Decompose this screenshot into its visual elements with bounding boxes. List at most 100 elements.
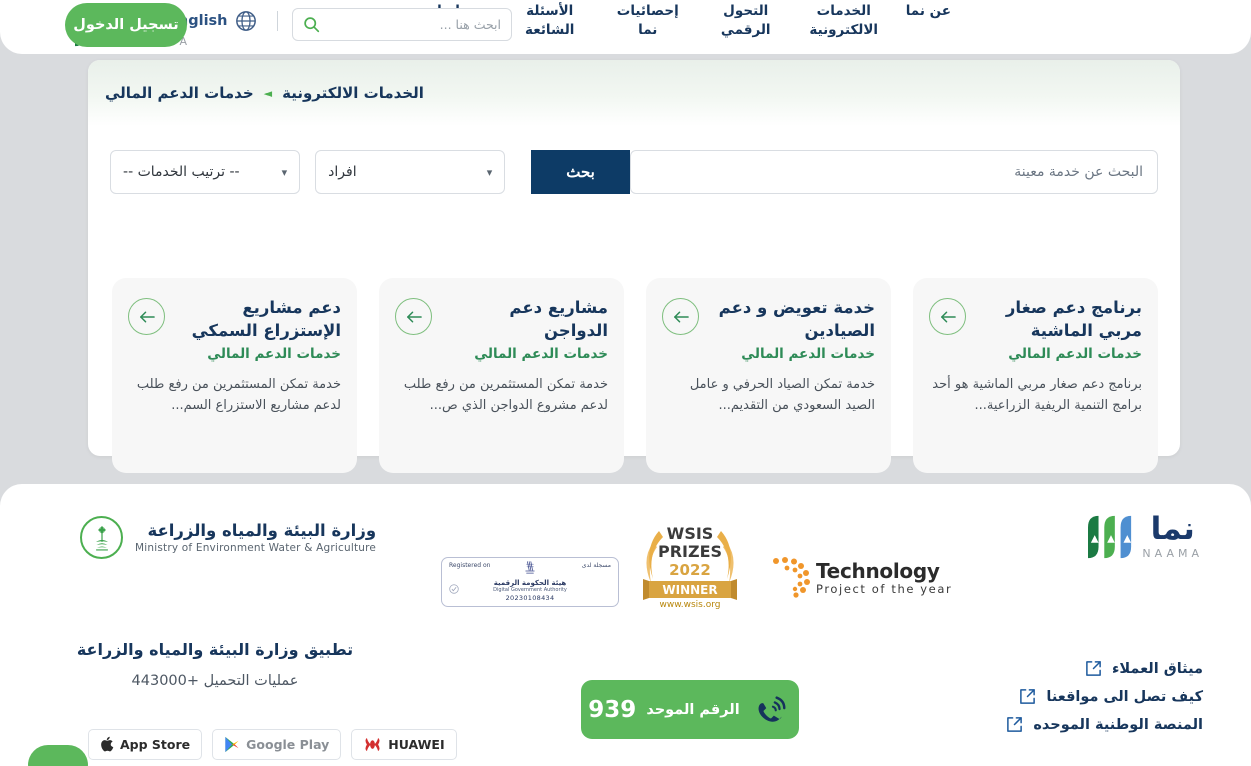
nav-item-digital-transformation[interactable]: التحول الرقمي: [710, 2, 782, 40]
card-description: خدمة تمكن المستثمرين من رفع طلب لدعم مشر…: [403, 377, 608, 413]
verified-check-icon: [449, 584, 459, 594]
footer-link-label: كيف تصل الى مواقعنا: [1046, 688, 1203, 705]
footer-logo-latin: NAAMA: [1142, 547, 1203, 560]
card-title: مشاريع دعم الدواجن: [509, 298, 608, 340]
filter-toolbar: بحث ▾ افراد ▾ -- ترتيب الخدمات --: [88, 150, 1180, 194]
footer-naama-logo: نما NAAMA: [1086, 514, 1203, 560]
card-category: خدمات الدعم المالي: [1008, 346, 1142, 362]
arrow-left-circle-icon[interactable]: [929, 298, 966, 335]
nav-item-about-naama[interactable]: عن نما: [906, 2, 951, 40]
card-header: مشاريع دعم الدواجن: [395, 296, 608, 342]
nav-item-faq[interactable]: الأسئلة الشائعة: [514, 2, 586, 40]
sort-select-value: -- ترتيب الخدمات --: [123, 164, 240, 180]
arrow-left-circle-icon[interactable]: [662, 298, 699, 335]
card-header: برنامج دعم صغار مربي الماشية: [929, 296, 1142, 342]
chevron-down-icon: ▾: [281, 165, 288, 179]
audience-select[interactable]: ▾ افراد: [315, 150, 506, 194]
service-cards-grid: برنامج دعم صغار مربي الماشية خدمات الدعم…: [88, 278, 1180, 473]
external-link-icon: [1086, 661, 1101, 676]
wsis-line2: PRIZES: [658, 542, 722, 561]
service-card[interactable]: خدمة تعويض و دعم الصيادين خدمات الدعم ال…: [646, 278, 891, 473]
header-divider: [277, 11, 278, 31]
login-button[interactable]: تسجيل الدخول: [65, 3, 187, 47]
apple-icon: [101, 736, 114, 752]
card-description: خدمة تمكن المستثمرين من رفع طلب لدعم مشا…: [136, 377, 341, 413]
unified-number-widget[interactable]: الرقم الموحد 939: [581, 680, 799, 739]
technology-award-logo: Technology Project of the year: [766, 556, 952, 600]
card-header: خدمة تعويض و دعم الصيادين: [662, 296, 875, 342]
huawei-icon: [365, 737, 380, 752]
huawei-store-label: HUAWEI: [388, 737, 445, 752]
card-title: دعم مشاريع الإستزراع السمكي: [191, 298, 341, 340]
palm-tree-emblem-icon: [80, 516, 123, 559]
app-download-section: تطبيق وزارة البيئة والمياه والزراعة عملي…: [0, 640, 430, 689]
header-search-box[interactable]: [292, 8, 512, 41]
card-description: خدمة تمكن الصياد الحرفي و عامل الصيد الس…: [689, 377, 875, 413]
dga-registration-badge: مسجلة لدى Registered on هيئة الحكومة الر…: [441, 557, 619, 607]
service-card[interactable]: دعم مشاريع الإستزراع السمكي خدمات الدعم …: [112, 278, 357, 473]
footer-logo-arabic: نما: [1150, 511, 1195, 547]
phone-icon: [758, 695, 786, 722]
breadcrumb-bar: الخدمات الالكترونية ◄ خدمات الدعم المالي: [88, 60, 1180, 126]
footer-link-locations[interactable]: كيف تصل الى مواقعنا: [1019, 688, 1203, 705]
search-icon[interactable]: [303, 16, 320, 33]
tech-award-text: Technology Project of the year: [816, 560, 952, 596]
wsis-line1: WSIS: [667, 524, 714, 543]
huawei-store-badge[interactable]: HUAWEI: [351, 729, 457, 760]
ministry-logo: وزارة البيئة والمياه والزراعة Ministry o…: [80, 516, 376, 559]
chevron-down-icon: ▾: [486, 165, 493, 179]
app-store-badge[interactable]: App Store: [88, 729, 203, 760]
unified-number-value: 939: [588, 696, 637, 723]
breadcrumb-separator-icon: ◄: [263, 86, 273, 100]
external-link-icon: [1007, 717, 1023, 732]
card-category: خدمات الدعم المالي: [474, 346, 608, 362]
audience-select-value: افراد: [328, 164, 357, 180]
footer-link-customer-charter[interactable]: ميثاق العملاء: [1085, 660, 1203, 677]
tech-award-dots-icon: [773, 557, 810, 598]
breadcrumb-current: خدمات الدعم المالي: [105, 84, 254, 102]
wsis-url: www.wsis.org: [660, 600, 721, 610]
search-button[interactable]: بحث: [531, 150, 630, 194]
app-store-label: App Store: [120, 737, 191, 752]
main-content-panel: الخدمات الالكترونية ◄ خدمات الدعم المالي…: [88, 60, 1180, 473]
footer-links: ميثاق العملاء كيف تصل الى مواقعنا المنصة…: [1006, 660, 1203, 733]
sort-select[interactable]: ▾ -- ترتيب الخدمات --: [110, 150, 301, 194]
arrow-left-circle-icon[interactable]: [128, 298, 165, 335]
service-search-input[interactable]: [629, 150, 1158, 194]
app-title: تطبيق وزارة البيئة والمياه والزراعة: [76, 640, 354, 659]
service-card[interactable]: مشاريع دعم الدواجن خدمات الدعم المالي خد…: [379, 278, 624, 473]
footer-link-national-platform[interactable]: المنصة الوطنية الموحده: [1006, 716, 1203, 733]
google-play-label: Google Play: [246, 737, 330, 752]
footer-link-label: ميثاق العملاء: [1111, 660, 1203, 677]
breadcrumb-parent-link[interactable]: الخدمات الالكترونية: [282, 84, 424, 102]
globe-icon[interactable]: [235, 10, 257, 32]
dga-authority-english: Digital Government Authority: [493, 587, 567, 593]
site-header: نما NAAMA عن نما الخدمات الالكترونية الت…: [0, 0, 1251, 54]
card-title: خدمة تعويض و دعم الصيادين: [718, 298, 875, 340]
wsis-winner: WINNER: [662, 583, 717, 597]
floating-action-tab[interactable]: [28, 745, 88, 766]
arrow-left-circle-icon[interactable]: [395, 298, 432, 335]
footer-link-label: المنصة الوطنية الموحده: [1033, 716, 1203, 733]
tech-award-line2: Project of the year: [816, 582, 953, 596]
app-store-badges: HUAWEI Google Play App Store: [88, 729, 457, 760]
dga-registration-number: 20230108434: [505, 594, 555, 602]
nav-item-statistics[interactable]: إحصائيات نما: [612, 2, 684, 40]
card-category: خدمات الدعم المالي: [207, 346, 341, 362]
dga-registered-arabic: مسجلة لدى: [581, 562, 611, 569]
card-description: برنامج دعم صغار مربي الماشية هو أحد برام…: [932, 377, 1142, 413]
google-play-icon: [225, 736, 239, 753]
ministry-text: وزارة البيئة والمياه والزراعة Ministry o…: [135, 521, 376, 554]
google-play-badge[interactable]: Google Play: [212, 729, 342, 760]
service-card[interactable]: برنامج دعم صغار مربي الماشية خدمات الدعم…: [913, 278, 1158, 473]
card-title: برنامج دعم صغار مربي الماشية: [1005, 298, 1142, 340]
card-category: خدمات الدعم المالي: [741, 346, 875, 362]
ministry-name-english: Ministry of Environment Water & Agricult…: [135, 542, 377, 554]
naama-logo-icon: [1088, 515, 1132, 559]
footer-logo-text: نما NAAMA: [1142, 511, 1203, 561]
card-header: دعم مشاريع الإستزراع السمكي: [128, 296, 341, 342]
header-search-input[interactable]: [326, 17, 501, 32]
external-link-icon: [1020, 689, 1036, 704]
ministry-name-arabic: وزارة البيئة والمياه والزراعة: [147, 521, 377, 540]
nav-item-eservices[interactable]: الخدمات الالكترونية: [808, 2, 880, 40]
